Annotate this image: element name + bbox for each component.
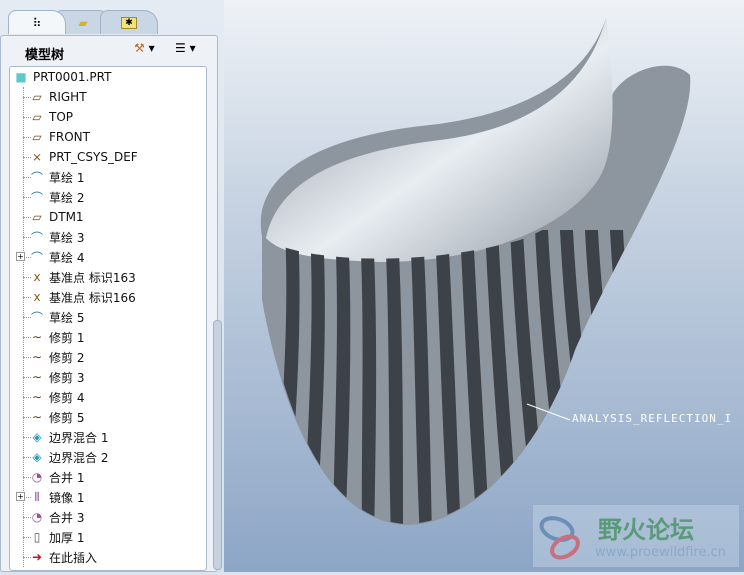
tree-item[interactable]: ◔ 合并 1 <box>28 467 85 487</box>
tree-item-label: FRONT <box>49 130 90 144</box>
tree-item-label: 修剪 1 <box>49 330 85 345</box>
tree-item[interactable]: ∼ 修剪 3 <box>28 367 84 387</box>
tree-item[interactable]: ⫴ 镜像 1 <box>28 487 84 507</box>
tree-item[interactable]: ⌒ 草绘 4 <box>28 247 84 267</box>
tree-item-label: 基准点 标识166 <box>49 290 136 305</box>
expand-toggle[interactable]: + <box>16 252 25 261</box>
watermark: 野火论坛 www.proewildfire.cn <box>533 505 739 567</box>
scrollbar[interactable] <box>213 320 222 570</box>
tree-item-label: 合并 1 <box>49 470 85 485</box>
tree-item-label: RIGHT <box>49 90 87 104</box>
tree-item[interactable]: ▱ RIGHT <box>28 87 87 107</box>
tree-item-label: 草绘 3 <box>49 230 85 245</box>
tab-model-tree[interactable]: ⠷ <box>8 10 66 34</box>
tree-item[interactable]: ⅹ 基准点 标识166 <box>28 287 136 307</box>
tree-item-label: 草绘 4 <box>49 250 85 265</box>
tree-item[interactable]: ◔ 合并 3 <box>28 507 85 527</box>
tree-item-label: 修剪 2 <box>49 350 85 365</box>
tree-item-label: PRT0001.PRT <box>33 70 112 84</box>
watermark-logo-icon <box>539 516 580 560</box>
tree-item-label: 草绘 1 <box>49 170 85 185</box>
tools-icon: ⚒ <box>134 41 145 55</box>
tree-item-label: 草绘 2 <box>49 190 85 205</box>
favorites-folder-icon: ✱ <box>121 16 137 29</box>
tree-item[interactable]: ▯ 加厚 1 <box>28 527 85 547</box>
reflection-stripe <box>610 230 664 524</box>
list-icon: ☰ <box>175 41 186 55</box>
model-tree-panel: 模型树 ⚒ ▾ ☰ ▾ ■ PRT0001.PRT ▱ RIGHT ▱ TOP ▱ FRONT… <box>0 35 218 572</box>
tree-item-label: DTM1 <box>49 210 84 224</box>
tree-item-label: 加厚 1 <box>49 530 85 545</box>
tree-item-label: 草绘 5 <box>49 310 85 325</box>
show-menu-button[interactable]: ☰ ▾ <box>175 41 196 55</box>
tree-item-label: 修剪 5 <box>49 410 85 425</box>
tree-item-label: 基准点 标识163 <box>49 270 136 285</box>
tree-item[interactable]: ∼ 修剪 2 <box>28 347 84 367</box>
tree-item-label: 镜像 1 <box>49 490 85 505</box>
tree-item[interactable]: ■ PRT0001.PRT <box>12 67 111 87</box>
tree-item-label: TOP <box>49 110 74 124</box>
tree-item-label: 在此插入 <box>49 550 98 565</box>
tree-item[interactable]: ⌒ 草绘 1 <box>28 167 84 187</box>
analysis-annotation[interactable]: ANALYSIS_REFLECTION_I <box>572 412 732 425</box>
tree-item[interactable]: ▱ FRONT <box>28 127 90 147</box>
tree-item-label: 修剪 3 <box>49 370 85 385</box>
tree-item[interactable]: ◈ 边界混合 2 <box>28 447 108 467</box>
tree-item[interactable]: ▱ DTM1 <box>28 207 84 227</box>
settings-tools-button[interactable]: ⚒ ▾ <box>134 41 155 55</box>
watermark-url: www.proewildfire.cn <box>595 545 726 560</box>
tree-item[interactable]: ▱ TOP <box>28 107 73 127</box>
tree-item-label: 边界混合 1 <box>49 430 109 445</box>
tree-icon: ⠷ <box>32 15 42 30</box>
tree-item[interactable]: ∼ 修剪 4 <box>28 387 84 407</box>
tree-item-label: 合并 3 <box>49 510 85 525</box>
tree-item[interactable]: ∼ 修剪 5 <box>28 407 84 427</box>
watermark-title: 野火论坛 <box>598 516 694 544</box>
tree-item[interactable]: ⌒ 草绘 3 <box>28 227 84 247</box>
expand-toggle[interactable]: + <box>16 492 25 501</box>
graphics-viewport[interactable]: ANALYSIS_REFLECTION_I <box>224 0 744 572</box>
tab-favorites[interactable]: ✱ <box>100 10 158 34</box>
panel-tabs: ⠷ ▰ ✱ <box>8 10 158 36</box>
3d-model-cup <box>260 18 691 525</box>
tree-item-label: PRT_CSYS_DEF <box>49 150 138 164</box>
tree-item[interactable]: ➜ 在此插入 <box>28 547 97 567</box>
tree-item[interactable]: ⅹ 基准点 标识163 <box>28 267 136 287</box>
left-panel: ⠷ ▰ ✱ 模型树 ⚒ ▾ ☰ ▾ ■ PRT0001.PRT ▱ RIGHT ▱ TOP… <box>0 0 224 572</box>
tree-item[interactable]: ∼ 修剪 1 <box>28 327 84 347</box>
model-tree: ■ PRT0001.PRT ▱ RIGHT ▱ TOP ▱ FRONT ⨯ PRT_CSYS_DE… <box>9 66 207 571</box>
part-icon: ■ <box>15 70 27 84</box>
panel-title: 模型树 <box>25 48 65 63</box>
tree-item[interactable]: ⌒ 草绘 2 <box>28 187 84 207</box>
tree-item[interactable]: ⨯ PRT_CSYS_DEF <box>28 147 138 167</box>
tree-item[interactable]: ⌒ 草绘 5 <box>28 307 84 327</box>
folders-icon: ▰ <box>78 15 88 30</box>
tree-item-label: 边界混合 2 <box>49 450 109 465</box>
tree-item[interactable]: ◈ 边界混合 1 <box>28 427 108 447</box>
tree-item-label: 修剪 4 <box>49 390 85 405</box>
